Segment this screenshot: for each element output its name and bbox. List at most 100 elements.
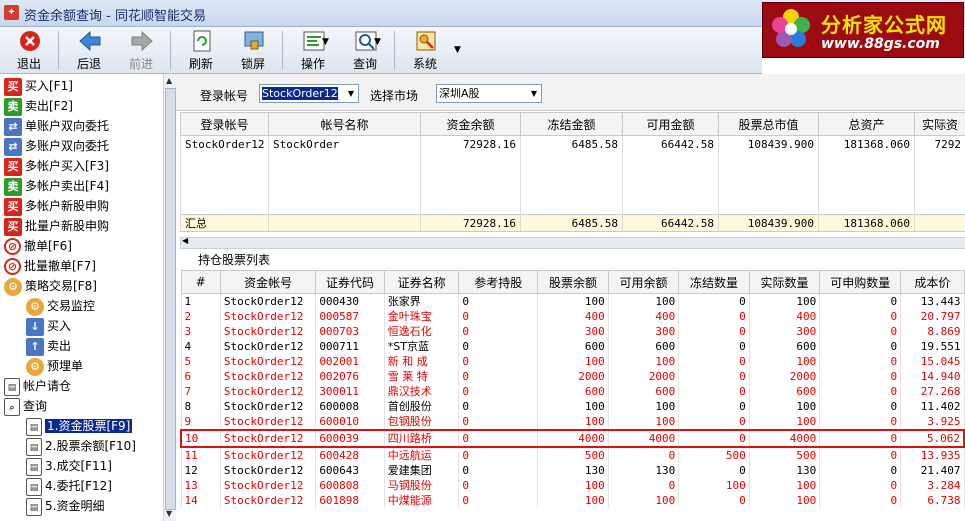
exit-button[interactable]: 退出: [6, 27, 52, 73]
table-cell: 100: [607, 399, 680, 414]
table-cell: 0: [678, 384, 750, 399]
tree-item-fund-stock[interactable]: ▤ 1.资金股票[F9]: [26, 416, 133, 436]
column-header[interactable]: 证券代码: [315, 270, 385, 294]
table-row[interactable]: 6 StockOrder12 002076 雪 莱 特 0 2000 2000 0 2000 0 1…: [180, 369, 965, 384]
column-header[interactable]: 冻结金额: [520, 112, 623, 136]
table-row[interactable]: 12 StockOrder12 600643 爱建集团 0 130 130 0 130 0 21.4…: [180, 463, 965, 478]
two-way-order-icon: ⇄: [4, 137, 22, 156]
table-row[interactable]: 1 StockOrder12 000430 张家界 0 100 100 0 100 0 13.443: [180, 293, 965, 309]
column-header[interactable]: #: [180, 270, 221, 294]
tree-item-batch-cancel[interactable]: ⊘ 批量撤单[F7]: [4, 256, 96, 276]
column-header[interactable]: 总资产: [818, 112, 915, 136]
table-cell: 0: [819, 339, 902, 354]
tree-item-fund-detail[interactable]: ▤ 5.资金明细: [26, 496, 104, 516]
scrollbar-thumb[interactable]: [165, 88, 176, 510]
table-row[interactable]: StockOrder12 StockOrder 72928.16 6485.58…: [180, 135, 965, 152]
table-cell: 马钢股份: [383, 478, 460, 493]
refresh-icon: [193, 30, 211, 52]
horizontal-scrollbar[interactable]: ◀: [180, 236, 965, 249]
table-row[interactable]: 11 StockOrder12 600428 中远航运 0 500 0 500 500 0 13.9…: [180, 447, 965, 463]
scroll-down-icon[interactable]: ▼: [166, 509, 172, 518]
lock-screen-button[interactable]: 锁屏: [230, 27, 276, 73]
table-cell: 100: [537, 493, 609, 508]
tree-item-stock-balance[interactable]: ▤ 2.股票余额[F10]: [26, 436, 136, 456]
column-header[interactable]: 资金余额: [420, 112, 521, 136]
account-select[interactable]: StockOrder12 ▼: [259, 84, 359, 103]
table-row[interactable]: 9 StockOrder12 600010 包钢股份 0 100 100 0 100 0 3.925: [180, 414, 965, 430]
system-menu-button[interactable]: 系统: [402, 27, 448, 73]
brand-logo: 分析家公式网 www.88gs.com: [762, 2, 964, 58]
column-header[interactable]: 实际资: [914, 112, 965, 136]
column-header[interactable]: 登录帐号: [180, 112, 269, 136]
table-cell: 四川路桥: [383, 429, 460, 448]
tree-item-strategy-buy[interactable]: ↓ 买入: [26, 316, 71, 336]
table-cell: StockOrder12: [219, 369, 317, 384]
tree-item-query[interactable]: ⌕ 查询: [4, 396, 47, 416]
tree-item-sell[interactable]: 卖卖出[F2]: [4, 96, 73, 116]
tree-item-multi-buy[interactable]: 买多帐户买入[F3]: [4, 156, 109, 176]
table-cell: 2000: [607, 369, 680, 384]
tree-item-single-two-way[interactable]: ⇄ 单账户双向委托: [4, 116, 109, 136]
table-row[interactable]: 13 StockOrder12 600808 马钢股份 0 100 0 100 100 0 3.28…: [180, 478, 965, 493]
operate-menu-button[interactable]: 操作: [290, 27, 336, 73]
table-cell: 0: [819, 399, 902, 414]
tree-item-strategy-sell[interactable]: ↑ 卖出: [26, 336, 71, 356]
toolbar-divider: [58, 31, 59, 69]
column-header[interactable]: 冻结数量: [678, 270, 750, 294]
query-menu-button[interactable]: 查询: [342, 27, 388, 73]
forward-button[interactable]: 前进: [118, 27, 164, 73]
column-header[interactable]: 实际数量: [748, 270, 821, 294]
table-row[interactable]: 5 StockOrder12 002001 新 和 成 0 100 100 0 100 0 15.0…: [180, 354, 965, 369]
column-header[interactable]: 股票余额: [537, 270, 609, 294]
scroll-up-icon[interactable]: ▲: [166, 76, 172, 85]
column-header[interactable]: 可申购数量: [819, 270, 902, 294]
tree-item-preset-order[interactable]: ⚙ 预埋单: [26, 356, 83, 376]
table-cell: 11: [180, 447, 221, 463]
column-header[interactable]: 可用金额: [622, 112, 719, 136]
scroll-left-icon[interactable]: ◀: [182, 236, 188, 245]
table-cell: 600: [748, 384, 821, 399]
market-select[interactable]: 深圳A股 ▼: [436, 84, 542, 103]
table-cell: 600: [748, 339, 821, 354]
document-icon: ▤: [26, 417, 42, 436]
tree-item-buy[interactable]: 买买入[F1]: [4, 76, 73, 96]
tree-item-cancel[interactable]: ⊘ 撤单[F6]: [4, 236, 72, 256]
sidebar-scrollbar[interactable]: ▲ ▼: [163, 74, 176, 521]
table-row[interactable]: 3 StockOrder12 000703 恒逸石化 0 300 300 0 300 0 8.869: [180, 324, 965, 339]
tree-item-multi-sell[interactable]: 卖多帐户卖出[F4]: [4, 176, 109, 196]
column-header[interactable]: 可用余额: [607, 270, 680, 294]
column-header[interactable]: 帐号名称: [268, 112, 421, 136]
table-cell: StockOrder12: [219, 339, 317, 354]
column-header[interactable]: 证券名称: [383, 270, 460, 294]
table-row[interactable]: 4 StockOrder12 000711 *ST京蓝 0 600 600 0 600 0 19.5…: [180, 339, 965, 354]
table-row[interactable]: 7 StockOrder12 300011 鼎汉技术 0 600 600 0 600 0 27.26…: [180, 384, 965, 399]
table-row[interactable]: 8 StockOrder12 600008 首创股份 0 100 100 0 100 0 11.40…: [180, 399, 965, 414]
table-cell: 601898: [315, 493, 385, 508]
table-cell: 000711: [315, 339, 385, 354]
positions-table: # 资金帐号 证券代码 证券名称 参考持股 股票余额 可用余额 冻结数量 实际数…: [179, 270, 965, 508]
chevron-down-icon[interactable]: ▼: [322, 37, 329, 47]
refresh-button[interactable]: 刷新: [178, 27, 224, 73]
tree-item-strategy[interactable]: ⚙ 策略交易[F8]: [4, 276, 97, 296]
back-button[interactable]: 后退: [66, 27, 112, 73]
column-header[interactable]: 成本价: [900, 270, 965, 294]
table-cell: 5: [180, 354, 221, 369]
toolbar-overflow-icon[interactable]: ▼: [454, 45, 461, 55]
table-row[interactable]: 2 StockOrder12 000587 金叶珠宝 0 400 400 0 400 0 20.79…: [180, 309, 965, 324]
tree-item-multi-ipo[interactable]: 买多帐户新股申购: [4, 196, 109, 216]
chevron-down-icon[interactable]: ▼: [374, 37, 381, 47]
column-header[interactable]: 参考持股: [458, 270, 539, 294]
tree-item-batch-ipo[interactable]: 买批量户新股申购: [4, 216, 109, 236]
table-cell: StockOrder12: [219, 463, 317, 478]
highlighted-table-row[interactable]: 10 StockOrder12 600039 四川路桥 0 4000 4000 0 4000 0 5…: [179, 429, 965, 448]
tree-item-trades[interactable]: ▤ 3.成交[F11]: [26, 456, 112, 476]
tree-item-multi-two-way[interactable]: ⇄ 多账户双向委托: [4, 136, 109, 156]
tree-item-orders[interactable]: ▤ 4.委托[F12]: [26, 476, 112, 496]
table-cell: 0: [819, 463, 902, 478]
tree-item-clear-position[interactable]: ▤ 帐户请仓: [4, 376, 71, 396]
column-header[interactable]: 股票总市值: [718, 112, 819, 136]
table-row[interactable]: 14 StockOrder12 601898 中煤能源 0 100 100 0 100 0 6.73…: [180, 493, 965, 508]
table-cell: 0: [819, 293, 902, 309]
column-header[interactable]: 资金帐号: [219, 270, 317, 294]
tree-item-monitor[interactable]: ⚙ 交易监控: [26, 296, 95, 316]
